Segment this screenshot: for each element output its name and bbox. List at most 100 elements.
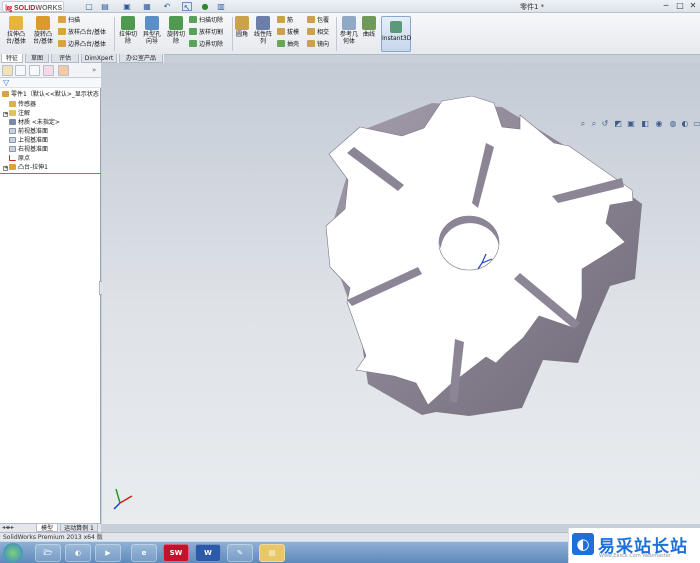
- save-icon[interactable]: ▣: [122, 2, 132, 11]
- maximize-icon[interactable]: □: [674, 1, 686, 11]
- revolve-cut-icon: [169, 16, 183, 30]
- rollback-bar[interactable]: [0, 173, 101, 174]
- filter-icon[interactable]: ▽: [3, 78, 9, 87]
- start-button[interactable]: [3, 543, 23, 563]
- sweep-button[interactable]: 扫描: [58, 16, 80, 25]
- extrude-cut-label: 拉伸切除: [118, 31, 137, 45]
- graphics-area[interactable]: ⌕ ⌕ ↺ ◩ ▣ ◧ ◉ ◍ ◐ ▭: [102, 63, 700, 524]
- loft-cut-button[interactable]: 放样切割: [189, 28, 223, 37]
- part-model-canvas[interactable]: [102, 63, 700, 524]
- options-icon[interactable]: ▥: [216, 2, 226, 11]
- tab-motion-study[interactable]: 运动算例 1: [60, 523, 98, 532]
- shell-label: 抽壳: [287, 41, 300, 48]
- extrude-cut-button[interactable]: 拉伸切除: [117, 16, 139, 45]
- close-icon[interactable]: ✕: [687, 1, 699, 11]
- reference-geometry-button[interactable]: 参考几何体: [339, 16, 359, 45]
- mirror-icon: [307, 40, 315, 47]
- loft-boss-button[interactable]: 放样凸台/基体: [58, 28, 106, 37]
- tree-item-boss-extrude[interactable]: + 凸台-拉伸1: [0, 163, 101, 172]
- hole-wizard-button[interactable]: 异型孔向导: [141, 16, 163, 45]
- material-icon: [9, 119, 16, 125]
- tree-item-label: 传感器: [18, 101, 37, 108]
- extrude-cut-icon: [121, 16, 135, 30]
- origin-icon: [9, 155, 16, 161]
- tree-item-right-plane[interactable]: 右视基准面: [0, 145, 101, 154]
- tool-taskbar-icon[interactable]: ✎: [227, 544, 253, 562]
- instant3d-label: Instant3D: [382, 35, 412, 42]
- tab-dimxpert[interactable]: DimXpert: [81, 54, 117, 63]
- tree-item-material[interactable]: 材质 <未指定>: [0, 118, 101, 127]
- tree-filter-row[interactable]: ▽: [0, 78, 101, 88]
- loft-icon: [58, 28, 66, 35]
- plane-icon: [9, 137, 16, 143]
- folder-taskbar-icon[interactable]: ▤: [259, 544, 285, 562]
- explorer-taskbar-icon[interactable]: 🗁: [35, 544, 61, 562]
- tab-evaluate[interactable]: 评估: [51, 54, 79, 63]
- view-triad: [113, 488, 133, 510]
- wrap-icon: [307, 16, 315, 23]
- word-taskbar-icon[interactable]: W: [195, 544, 221, 562]
- boundary-boss-button[interactable]: 边界凸台/基体: [58, 40, 106, 49]
- dimxpert-manager-tab-icon[interactable]: [43, 65, 54, 76]
- intersect-button[interactable]: 相交: [307, 28, 329, 37]
- document-title: 零件1 *: [520, 3, 545, 11]
- open-folder-icon[interactable]: ▤: [100, 2, 110, 11]
- panel-expand-icon[interactable]: »: [92, 66, 96, 74]
- display-manager-tab-icon[interactable]: [58, 65, 69, 76]
- shell-button[interactable]: 抽壳: [277, 40, 299, 49]
- undo-icon[interactable]: ↶: [162, 2, 172, 11]
- sweep-icon: [58, 16, 66, 23]
- tab-model[interactable]: 模型: [36, 523, 58, 532]
- tree-item-top-plane[interactable]: 上视基准面: [0, 136, 101, 145]
- property-manager-tab-icon[interactable]: [15, 65, 26, 76]
- rib-button[interactable]: 筋: [277, 16, 293, 25]
- new-document-icon[interactable]: ▢: [84, 2, 94, 11]
- curves-label: 曲线: [362, 31, 375, 38]
- print-icon[interactable]: ▦: [142, 2, 152, 11]
- site-watermark: ◐ 易采站长站 Www.Easck.Com Webmaster: [568, 528, 700, 563]
- solidworks-logo[interactable]: ㏒ SOLIDWORKS: [2, 1, 64, 12]
- part-body[interactable]: [325, 95, 642, 416]
- select-pointer-icon[interactable]: ↖: [182, 2, 192, 12]
- tree-item-annotations[interactable]: + 注解: [0, 109, 101, 118]
- tab-scroll-icon[interactable]: ◂◂▸▸: [2, 524, 14, 532]
- wrap-button[interactable]: 包覆: [307, 16, 329, 25]
- instant3d-button[interactable]: Instant3D: [381, 16, 411, 52]
- minimize-icon[interactable]: ─: [660, 1, 672, 11]
- curves-button[interactable]: 曲线: [361, 16, 377, 38]
- revolve-cut-button[interactable]: 旋转切除: [165, 16, 187, 45]
- rib-label: 筋: [287, 17, 294, 24]
- player-taskbar-icon[interactable]: ▶: [95, 544, 121, 562]
- mirror-button[interactable]: 镜向: [307, 40, 329, 49]
- extrude-boss-button[interactable]: 拉伸凸台/基体: [4, 16, 28, 45]
- rebuild-icon[interactable]: ●: [200, 2, 210, 11]
- wrap-label: 包覆: [317, 17, 330, 24]
- curves-icon: [362, 16, 376, 30]
- plane-icon: [9, 146, 16, 152]
- feature-manager-tab-icon[interactable]: [2, 65, 13, 76]
- ie-taskbar-icon[interactable]: e: [131, 544, 157, 562]
- tree-item-front-plane[interactable]: 前视基准面: [0, 127, 101, 136]
- fillet-button[interactable]: 圆角: [234, 16, 250, 38]
- command-manager-ribbon: 拉伸凸台/基体 旋转凸台/基体 扫描 放样凸台/基体 边界凸台/基体 拉伸切除 …: [0, 13, 700, 55]
- tab-features[interactable]: 特征: [1, 54, 23, 63]
- tab-office-products[interactable]: 办公室产品: [119, 54, 163, 63]
- hole-wizard-icon: [145, 16, 159, 30]
- command-manager-tabs: 特征 草图 评估 DimXpert 办公室产品: [0, 54, 164, 63]
- revolve-boss-label: 旋转凸台/基体: [32, 31, 54, 45]
- boundary-cut-button[interactable]: 边界切除: [189, 40, 223, 49]
- sweep-cut-button[interactable]: 扫描切除: [189, 16, 223, 25]
- solidworks-taskbar-icon[interactable]: SW: [163, 544, 189, 562]
- revolve-boss-button[interactable]: 旋转凸台/基体: [31, 16, 55, 45]
- expand-icon[interactable]: +: [3, 112, 8, 117]
- tree-item-origin[interactable]: 原点: [0, 154, 101, 163]
- expand-icon[interactable]: +: [3, 166, 8, 171]
- tree-root[interactable]: 零件1（默认<<默认>_显示状态: [0, 90, 101, 99]
- tree-item-sensors[interactable]: 传感器: [0, 100, 101, 109]
- media-taskbar-icon[interactable]: ◐: [65, 544, 91, 562]
- tab-sketch[interactable]: 草图: [25, 54, 49, 63]
- draft-button[interactable]: 拔模: [277, 28, 299, 37]
- linear-pattern-button[interactable]: 线性阵列: [253, 16, 273, 45]
- configuration-manager-tab-icon[interactable]: [29, 65, 40, 76]
- ribbon-separator: [232, 17, 233, 51]
